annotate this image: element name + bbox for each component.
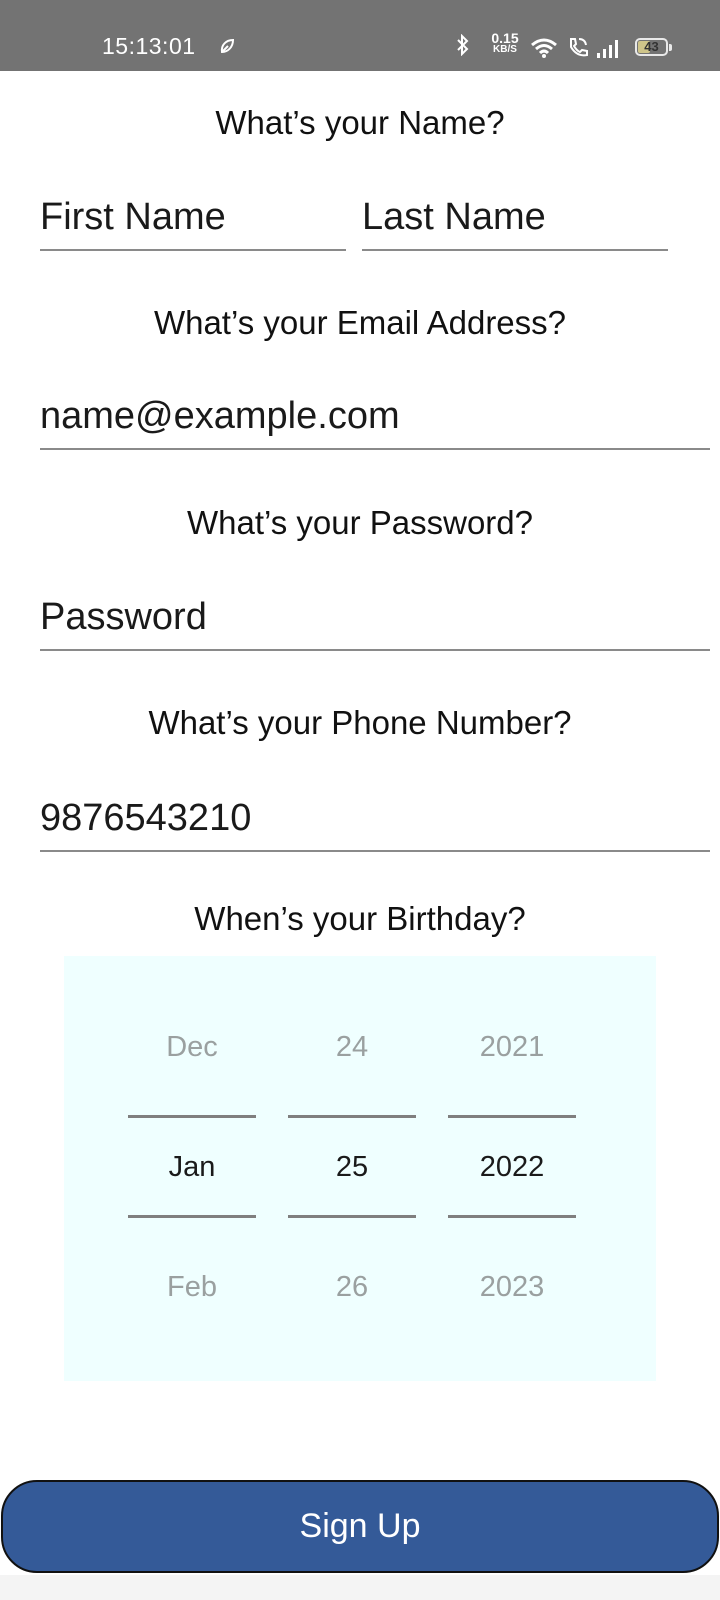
year-picker[interactable]: 2021 2022 2023 bbox=[448, 956, 576, 1381]
birthday-question: When’s your Birthday? bbox=[194, 900, 526, 937]
day-next[interactable]: 26 bbox=[288, 1271, 416, 1304]
sign-up-label: Sign Up bbox=[299, 1507, 421, 1545]
status-time: 15:13:01 bbox=[102, 33, 196, 59]
month-selected[interactable]: Jan bbox=[128, 1151, 256, 1184]
year-selection-top-line bbox=[448, 1115, 576, 1118]
phone-placeholder: 9876543210 bbox=[40, 797, 252, 839]
network-speed-unit: KB/S bbox=[493, 44, 517, 55]
status-bar: 15:13:01 0.15 KB/S 43 bbox=[0, 0, 720, 71]
sign-up-button[interactable]: Sign Up bbox=[1, 1480, 719, 1573]
month-selection-top-line bbox=[128, 1115, 256, 1118]
first-name-placeholder: First Name bbox=[40, 196, 226, 238]
first-name-field[interactable]: First Name bbox=[40, 191, 346, 251]
leaf-icon bbox=[220, 38, 235, 54]
bluetooth-icon bbox=[457, 34, 469, 56]
battery-level: 43 bbox=[644, 39, 659, 54]
email-field[interactable]: name@example.com bbox=[40, 390, 710, 450]
password-placeholder: Password bbox=[40, 596, 207, 638]
year-selected[interactable]: 2022 bbox=[448, 1151, 576, 1184]
day-selected[interactable]: 25 bbox=[288, 1151, 416, 1184]
day-prev[interactable]: 24 bbox=[288, 1031, 416, 1064]
date-picker: Dec Jan Feb 24 25 26 2021 2022 2023 bbox=[64, 956, 656, 1381]
last-name-field[interactable]: Last Name bbox=[362, 191, 668, 251]
navigation-bar bbox=[0, 1575, 720, 1600]
password-question: What’s your Password? bbox=[186, 504, 534, 541]
wifi-icon bbox=[531, 38, 557, 58]
network-speed: 0.15 KB/S bbox=[488, 30, 522, 55]
phone-question: What’s your Phone Number? bbox=[148, 704, 572, 741]
month-picker[interactable]: Dec Jan Feb bbox=[128, 956, 256, 1381]
network-speed-value: 0.15 bbox=[491, 30, 519, 46]
email-question: What’s your Email Address? bbox=[153, 304, 567, 341]
wifi-calling-icon bbox=[570, 38, 588, 57]
name-question: What’s your Name? bbox=[215, 104, 505, 141]
signal-icon bbox=[597, 40, 618, 58]
email-placeholder: name@example.com bbox=[40, 395, 400, 437]
year-next[interactable]: 2023 bbox=[448, 1271, 576, 1304]
day-selection-bottom-line bbox=[288, 1215, 416, 1218]
month-selection-bottom-line bbox=[128, 1215, 256, 1218]
phone-field[interactable]: 9876543210 bbox=[40, 792, 710, 852]
battery-icon: 43 bbox=[635, 38, 672, 56]
month-prev[interactable]: Dec bbox=[128, 1031, 256, 1064]
month-next[interactable]: Feb bbox=[128, 1271, 256, 1304]
year-selection-bottom-line bbox=[448, 1215, 576, 1218]
year-prev[interactable]: 2021 bbox=[448, 1031, 576, 1064]
password-field[interactable]: Password bbox=[40, 591, 710, 651]
last-name-placeholder: Last Name bbox=[362, 196, 546, 238]
day-picker[interactable]: 24 25 26 bbox=[288, 956, 416, 1381]
day-selection-top-line bbox=[288, 1115, 416, 1118]
